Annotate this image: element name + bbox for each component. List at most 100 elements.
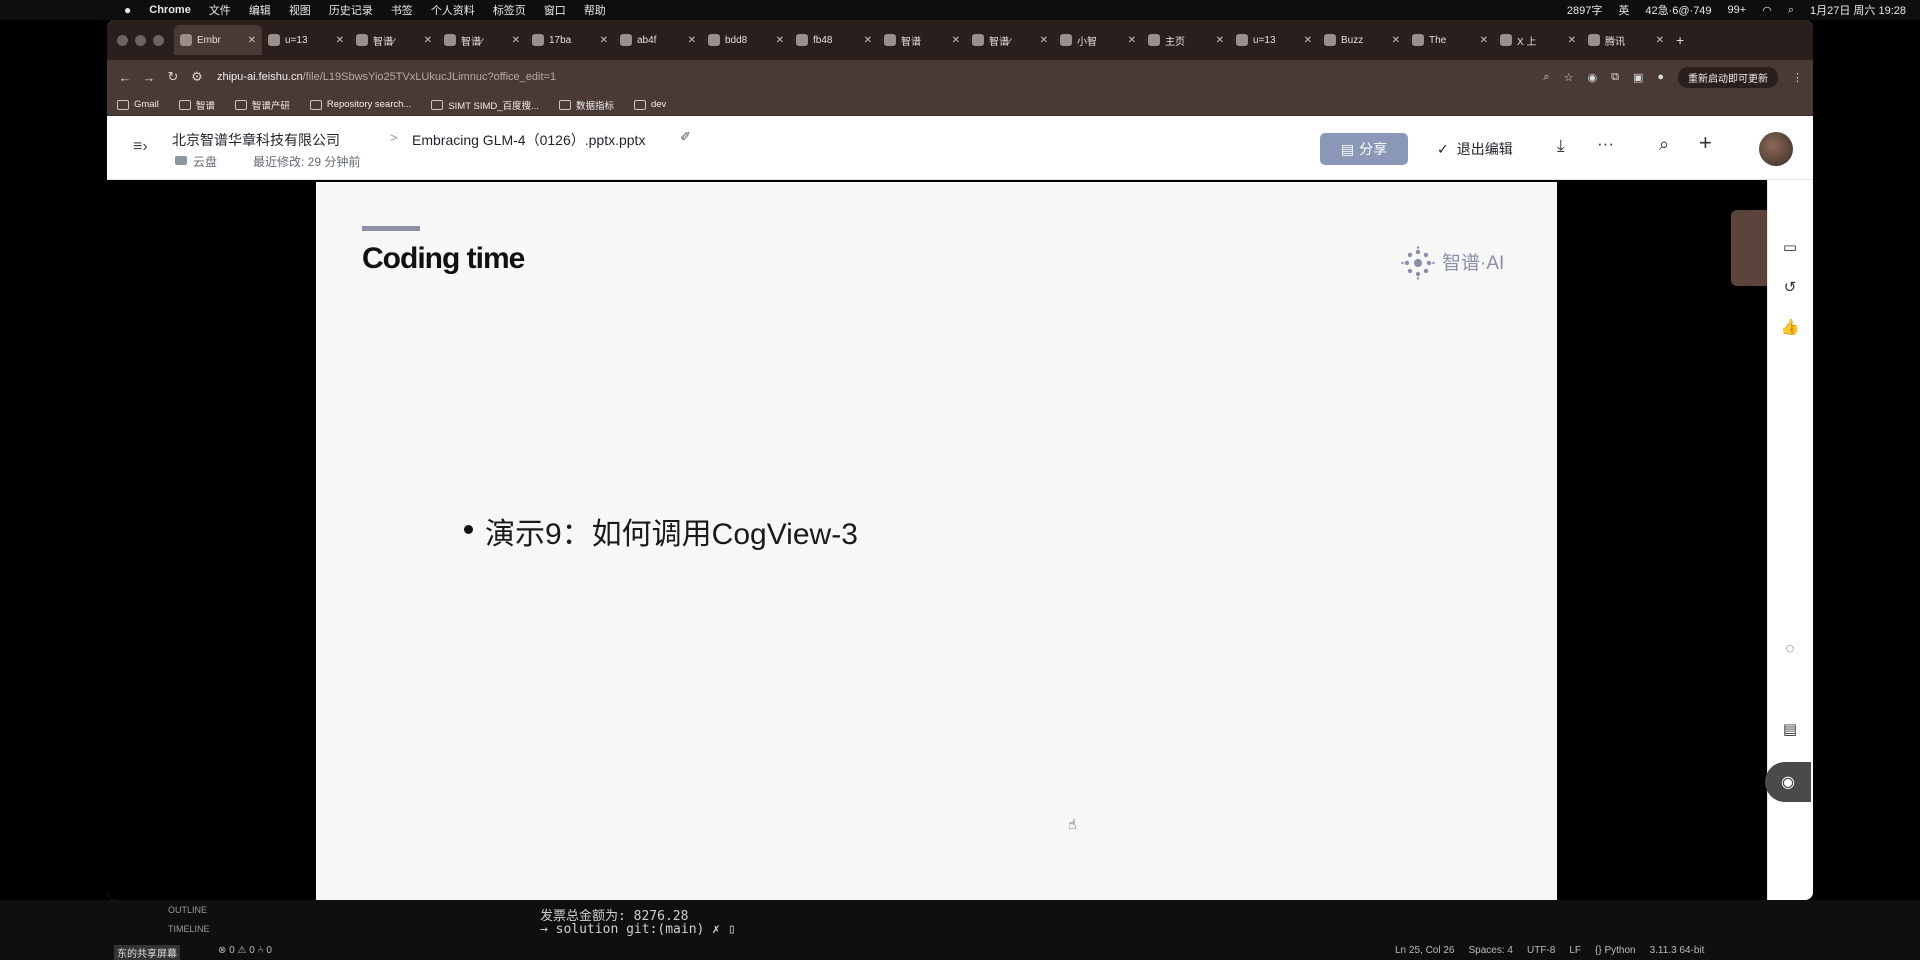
apple-icon[interactable]: ● bbox=[124, 3, 131, 17]
avatar[interactable] bbox=[1759, 132, 1793, 166]
bookmark-item[interactable]: 智谱 bbox=[178, 98, 215, 112]
side-panel-tab[interactable] bbox=[1731, 210, 1767, 286]
back-icon[interactable]: ← bbox=[113, 70, 137, 85]
browser-tab[interactable]: Buzz ✕ bbox=[1318, 25, 1406, 55]
minimize-window-button[interactable] bbox=[135, 34, 146, 46]
menu-help[interactable]: 帮助 bbox=[584, 2, 606, 18]
browser-tab[interactable]: 小智 ✕ bbox=[1054, 25, 1142, 55]
create-plus-icon[interactable]: + bbox=[1699, 130, 1712, 156]
close-window-button[interactable] bbox=[117, 34, 128, 46]
status-item[interactable]: UTF-8 bbox=[1527, 945, 1555, 956]
zoom-window-button[interactable] bbox=[153, 34, 164, 46]
browser-tab[interactable]: fb48 ✕ bbox=[790, 25, 878, 55]
browser-tab[interactable]: 智谱 ✕ bbox=[878, 25, 966, 55]
like-icon[interactable]: 👍 bbox=[1780, 318, 1800, 336]
browser-tab[interactable]: The ✕ bbox=[1406, 25, 1494, 55]
tab-close-icon[interactable]: ✕ bbox=[864, 35, 872, 46]
menu-history[interactable]: 历史记录 bbox=[329, 2, 373, 18]
ai-assistant-icon[interactable]: ◉ bbox=[1765, 762, 1811, 802]
browser-tab[interactable]: ab4f ✕ bbox=[614, 25, 702, 55]
menu-view[interactable]: 视图 bbox=[289, 2, 311, 18]
browser-tab[interactable]: 智谱⁄ ✕ bbox=[438, 25, 526, 55]
menu-profile[interactable]: 个人资料 bbox=[431, 2, 475, 18]
status-weather[interactable]: 42急·6@·749 bbox=[1645, 2, 1711, 18]
tab-close-icon[interactable]: ✕ bbox=[1216, 35, 1224, 46]
tab-close-icon[interactable]: ✕ bbox=[336, 35, 344, 46]
wifi-icon[interactable]: ◠ bbox=[1762, 4, 1772, 17]
pin-icon[interactable]: ✐ bbox=[680, 129, 691, 145]
history-icon[interactable]: ↺ bbox=[1780, 278, 1800, 296]
clock[interactable]: 1月27日 周六 19:28 bbox=[1810, 2, 1906, 18]
tab-close-icon[interactable]: ✕ bbox=[1392, 35, 1400, 46]
bookmark-item[interactable]: dev bbox=[633, 99, 666, 110]
folder-label[interactable]: 云盘 bbox=[193, 153, 217, 170]
tab-close-icon[interactable]: ✕ bbox=[776, 35, 784, 46]
tab-close-icon[interactable]: ✕ bbox=[688, 35, 696, 46]
download-icon[interactable]: ⤓ bbox=[1557, 136, 1565, 156]
tab-close-icon[interactable]: ✕ bbox=[512, 35, 520, 46]
menu-tabs[interactable]: 标签页 bbox=[493, 2, 526, 18]
tab-close-icon[interactable]: ✕ bbox=[1128, 35, 1136, 46]
terminal-prompt[interactable]: → solution git:(main) ✗ ▯ bbox=[540, 922, 736, 937]
comment-icon[interactable]: ▭ bbox=[1780, 238, 1800, 256]
slide[interactable]: Coding time 智谱·AI 演示9：如何调用CogView-3 ☝ bbox=[316, 182, 1557, 900]
status-item[interactable]: Spaces: 4 bbox=[1469, 945, 1513, 956]
browser-tab[interactable]: Embr ✕ bbox=[174, 25, 262, 55]
url-field[interactable]: zhipu-ai.feishu.cn/file/L19SbwsYio25TVxL… bbox=[217, 71, 556, 83]
browser-tab[interactable]: 腾讯 ✕ bbox=[1582, 25, 1670, 55]
restart-to-update-button[interactable]: 重新启动即可更新 bbox=[1678, 66, 1778, 88]
browser-tab[interactable]: X 上 ✕ bbox=[1494, 25, 1582, 55]
problems-status[interactable]: ⊗ 0 ⚠ 0 ⑃ 0 bbox=[218, 945, 272, 956]
status-item[interactable]: 3.11.3 64-bit bbox=[1650, 945, 1705, 956]
menu-chrome[interactable]: Chrome bbox=[149, 4, 191, 16]
menu-file[interactable]: 文件 bbox=[209, 2, 231, 18]
document-icon[interactable]: ▤ bbox=[1780, 720, 1800, 738]
tab-close-icon[interactable]: ✕ bbox=[1304, 35, 1312, 46]
bookmark-item[interactable]: Repository search... bbox=[309, 99, 411, 110]
extension-icon[interactable]: ◉ bbox=[1587, 71, 1597, 84]
reload-icon[interactable]: ↻ bbox=[161, 69, 185, 85]
profile-icon[interactable]: ● bbox=[1657, 71, 1664, 83]
tab-close-icon[interactable]: ✕ bbox=[952, 35, 960, 46]
bookmark-item[interactable]: 智谱产研 bbox=[234, 98, 290, 112]
doc-title[interactable]: Embracing GLM-4（0126）.pptx.pptx bbox=[412, 130, 645, 150]
tab-close-icon[interactable]: ✕ bbox=[1480, 35, 1488, 46]
tab-close-icon[interactable]: ✕ bbox=[248, 35, 256, 46]
bookmark-item[interactable]: 数据指标 bbox=[558, 98, 614, 112]
status-item[interactable]: {} Python bbox=[1595, 945, 1636, 956]
slide-title[interactable]: Coding time bbox=[362, 242, 525, 276]
tab-close-icon[interactable]: ✕ bbox=[1568, 35, 1576, 46]
bookmark-star-icon[interactable]: ☆ bbox=[1564, 71, 1574, 84]
collapse-menu-icon[interactable]: ≡› bbox=[133, 138, 148, 156]
browser-tab[interactable]: 智谱⁄ ✕ bbox=[966, 25, 1054, 55]
menu-window[interactable]: 窗口 bbox=[544, 2, 566, 18]
outline-panel[interactable]: OUTLINE bbox=[168, 905, 207, 915]
breadcrumb-org[interactable]: 北京智谱华章科技有限公司 bbox=[172, 130, 340, 150]
wechat-badge[interactable]: 99+ bbox=[1728, 4, 1747, 16]
screen-share-indicator[interactable]: 东的共享屏幕 bbox=[114, 945, 180, 960]
word-count[interactable]: 2897字 bbox=[1567, 2, 1602, 18]
more-icon[interactable]: ··· bbox=[1597, 134, 1614, 154]
share-button[interactable]: ▤ 分享 bbox=[1320, 133, 1408, 165]
browser-tab[interactable]: u=13 ✕ bbox=[1230, 25, 1318, 55]
menu-bookmarks[interactable]: 书签 bbox=[391, 2, 413, 18]
browser-tab[interactable]: u=13 ✕ bbox=[262, 25, 350, 55]
tab-close-icon[interactable]: ✕ bbox=[1656, 35, 1664, 46]
tab-close-icon[interactable]: ✕ bbox=[600, 35, 608, 46]
timeline-panel[interactable]: TIMELINE bbox=[168, 924, 210, 934]
tab-close-icon[interactable]: ✕ bbox=[1040, 35, 1048, 46]
browser-tab[interactable]: 17ba ✕ bbox=[526, 25, 614, 55]
browser-tab[interactable]: bdd8 ✕ bbox=[702, 25, 790, 55]
status-item[interactable]: Ln 25, Col 26 bbox=[1395, 945, 1455, 956]
status-item[interactable]: LF bbox=[1569, 945, 1581, 956]
tab-close-icon[interactable]: ✕ bbox=[424, 35, 432, 46]
sidepanel-icon[interactable]: ▣ bbox=[1633, 71, 1643, 84]
forward-icon[interactable]: → bbox=[137, 70, 161, 85]
browser-tab[interactable]: 智谱⁄ ✕ bbox=[350, 25, 438, 55]
doc-search-icon[interactable]: ⌕ bbox=[1659, 134, 1669, 155]
browser-menu-icon[interactable]: ⋮ bbox=[1792, 71, 1803, 84]
bookmark-item[interactable]: Gmail bbox=[117, 99, 159, 110]
input-method[interactable]: 英 bbox=[1618, 2, 1629, 18]
lightbulb-icon[interactable]: ◌ bbox=[1780, 640, 1800, 657]
site-info-icon[interactable]: ⚙ bbox=[185, 69, 209, 85]
